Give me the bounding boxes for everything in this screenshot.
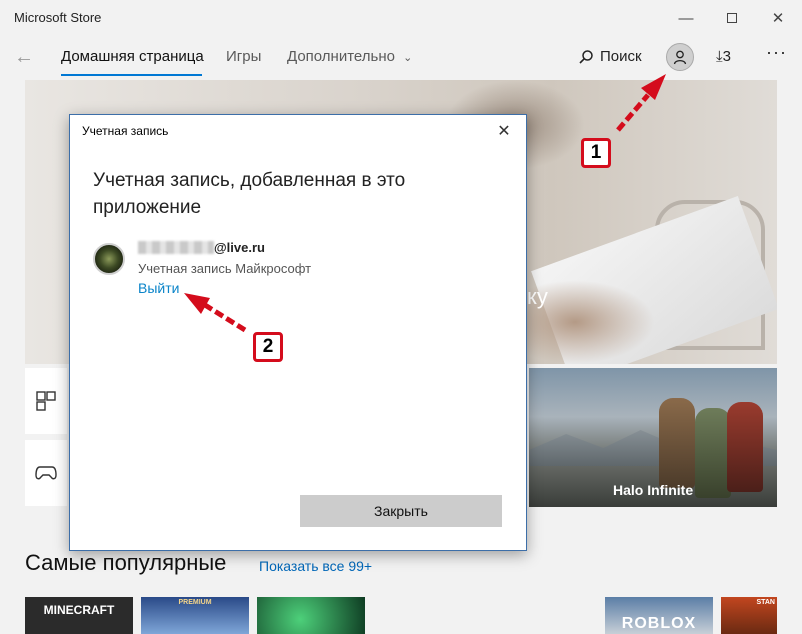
tab-home[interactable]: Домашняя страница (61, 48, 204, 65)
halo-soldier (695, 408, 731, 498)
dialog-heading: Учетная запись, добавленная в это прилож… (93, 170, 406, 218)
account-type: Учетная запись Майкрософт (138, 261, 312, 276)
chevron-down-icon: ⌄ (403, 52, 413, 64)
email-redacted (138, 241, 214, 254)
app-thumb-minecraft[interactable]: MINECRAFT (25, 597, 133, 634)
app-thumb-roblox[interactable]: ROBLOX (605, 597, 713, 634)
thumb-label: ROBLOX (621, 615, 697, 632)
thumb-label: MINECRAFT (43, 603, 115, 617)
logout-link[interactable]: Выйти (138, 280, 179, 296)
annotation-badge-1: 1 (581, 138, 611, 168)
back-arrow-icon[interactable]: ← (14, 46, 34, 69)
minimize-icon: — (678, 9, 694, 27)
maximize-button[interactable] (712, 4, 752, 32)
thumb-label: STAN (756, 599, 775, 606)
halo-title: Halo Infinite (613, 482, 694, 498)
search-button[interactable]: Поиск (578, 48, 642, 65)
active-tab-indicator (61, 74, 202, 76)
window-close-button[interactable]: ✕ (758, 4, 798, 32)
dialog-title-bar: Учетная запись ✕ (70, 115, 526, 147)
account-email: @live.ru (214, 240, 265, 255)
search-icon (579, 49, 593, 64)
account-avatar (93, 243, 125, 275)
downloads-button[interactable]: ⤓3 (716, 48, 731, 65)
user-icon (673, 50, 687, 65)
dialog-title: Учетная запись (82, 124, 169, 138)
gamepad-icon (35, 466, 57, 480)
close-icon: ✕ (771, 10, 785, 27)
app-title: Microsoft Store (14, 10, 102, 25)
title-bar: Microsoft Store — ✕ (0, 0, 802, 36)
tab-games[interactable]: Игры (226, 48, 261, 65)
account-avatar-button[interactable] (666, 43, 694, 71)
more-options-button[interactable]: ··· (766, 42, 787, 63)
app-thumb-green[interactable] (257, 597, 365, 634)
annotation-badge-2: 2 (253, 332, 283, 362)
minimize-button[interactable]: — (666, 4, 706, 32)
apps-icon (36, 391, 56, 411)
download-icon: ⤓ (716, 48, 723, 65)
halo-soldier (727, 402, 763, 492)
halo-soldier (659, 398, 695, 488)
section-title: Самые популярные (25, 550, 227, 575)
account-dialog: Учетная запись ✕ Учетная запись, добавле… (69, 114, 527, 551)
games-tile[interactable] (25, 440, 67, 506)
halo-infinite-tile[interactable]: Halo Infinite (529, 368, 777, 507)
tab-more[interactable]: Дополнительно ⌄ (287, 48, 412, 65)
dialog-close-button[interactable]: ✕ (488, 119, 520, 143)
close-button[interactable]: Закрыть (300, 495, 502, 527)
close-icon: ✕ (497, 123, 511, 140)
app-thumb-stan[interactable]: STAN (721, 597, 777, 634)
hero-text: ку (527, 284, 548, 309)
thumb-label: PREMIUM (178, 599, 212, 606)
tab-more-label: Дополнительно (287, 48, 395, 65)
maximize-icon (727, 13, 737, 23)
search-label: Поиск (600, 48, 642, 65)
app-thumb-premium[interactable]: PREMIUM (141, 597, 249, 634)
show-all-link[interactable]: Показать все 99+ (259, 558, 372, 574)
downloads-count: 3 (722, 48, 731, 65)
apps-tile[interactable] (25, 368, 67, 434)
